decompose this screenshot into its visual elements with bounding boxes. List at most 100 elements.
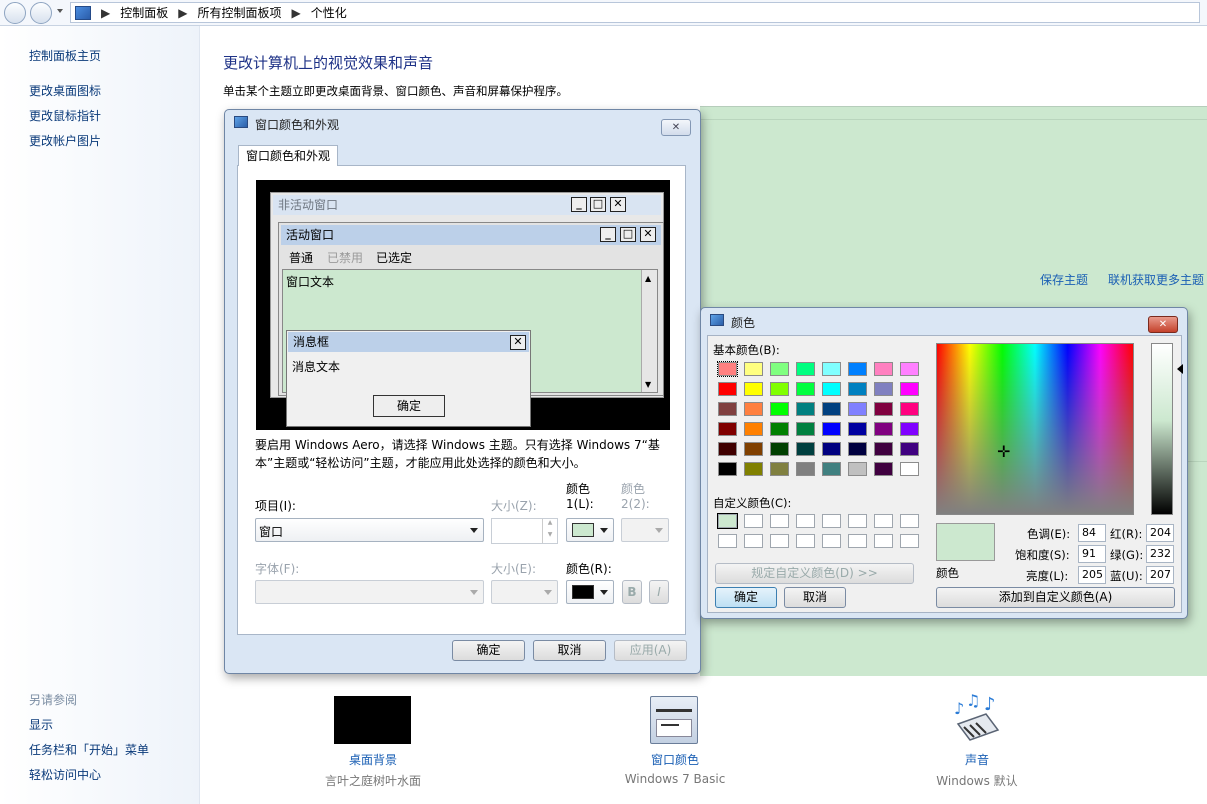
add-to-custom-colors-button[interactable]: 添加到自定义颜色(A) (936, 587, 1175, 608)
custom-color-swatch[interactable] (744, 514, 763, 528)
green-field[interactable]: 232 (1146, 545, 1174, 563)
sounds-link[interactable]: 声音 (925, 751, 1029, 768)
basic-color-swatch[interactable] (796, 382, 815, 396)
custom-color-swatch[interactable] (900, 514, 919, 528)
font-color-picker[interactable] (566, 580, 614, 604)
custom-color-swatch[interactable] (718, 534, 737, 548)
save-theme-link[interactable]: 保存主题 (1040, 271, 1088, 288)
basic-color-swatch[interactable] (874, 362, 893, 376)
basic-color-swatch[interactable] (770, 422, 789, 436)
basic-color-swatch[interactable] (848, 382, 867, 396)
basic-color-swatch[interactable] (796, 462, 815, 476)
breadcrumb-item[interactable]: 个性化 (311, 4, 347, 21)
custom-color-swatch[interactable] (848, 534, 867, 548)
blue-field[interactable]: 207 (1146, 566, 1174, 584)
basic-color-swatch[interactable] (770, 402, 789, 416)
change-mouse-pointer-link[interactable]: 更改鼠标指针 (29, 107, 101, 124)
basic-color-swatch[interactable] (796, 442, 815, 456)
custom-color-swatch[interactable] (796, 534, 815, 548)
basic-color-swatch[interactable] (848, 462, 867, 476)
basic-color-swatch[interactable] (744, 362, 763, 376)
tab-window-color[interactable]: 窗口颜色和外观 (238, 145, 338, 166)
basic-color-swatch[interactable] (900, 362, 919, 376)
basic-color-swatch[interactable] (822, 422, 841, 436)
luminance-arrow-icon[interactable] (1177, 364, 1183, 374)
custom-color-swatch[interactable] (822, 534, 841, 548)
basic-color-swatch[interactable] (718, 382, 737, 396)
window-color-link[interactable]: 窗口颜色 (620, 751, 730, 768)
basic-color-swatch[interactable] (900, 462, 919, 476)
basic-color-swatch[interactable] (796, 402, 815, 416)
ok-button[interactable]: 确定 (715, 587, 777, 608)
basic-color-swatch[interactable] (848, 362, 867, 376)
luminance-field[interactable]: 205 (1078, 566, 1106, 584)
basic-color-swatch[interactable] (900, 382, 919, 396)
ok-button[interactable]: 确定 (452, 640, 525, 661)
control-panel-home-link[interactable]: 控制面板主页 (29, 47, 101, 64)
basic-color-swatch[interactable] (744, 462, 763, 476)
close-button[interactable]: ✕ (1148, 316, 1178, 333)
cancel-button[interactable]: 取消 (533, 640, 606, 661)
get-more-themes-link[interactable]: 联机获取更多主题 (1108, 271, 1204, 288)
basic-color-swatch[interactable] (900, 442, 919, 456)
basic-color-swatch[interactable] (770, 462, 789, 476)
window-color-icon[interactable] (650, 696, 698, 744)
color-spectrum[interactable]: ✛ (936, 343, 1134, 515)
basic-color-swatch[interactable] (718, 422, 737, 436)
basic-color-swatch[interactable] (874, 462, 893, 476)
basic-color-swatch[interactable] (796, 422, 815, 436)
basic-color-swatch[interactable] (744, 382, 763, 396)
saturation-field[interactable]: 91 (1078, 545, 1106, 563)
ease-of-access-link[interactable]: 轻松访问中心 (29, 766, 101, 783)
basic-color-swatch[interactable] (744, 422, 763, 436)
custom-color-swatch[interactable] (744, 534, 763, 548)
basic-color-swatch[interactable] (718, 462, 737, 476)
color1-picker[interactable] (566, 518, 614, 542)
custom-color-swatch[interactable] (796, 514, 815, 528)
basic-color-swatch[interactable] (770, 382, 789, 396)
basic-color-swatch[interactable] (822, 442, 841, 456)
breadcrumb-item[interactable]: 所有控制面板项 (197, 4, 281, 21)
custom-color-swatch[interactable] (874, 534, 893, 548)
custom-color-swatch[interactable] (900, 534, 919, 548)
basic-color-swatch[interactable] (874, 422, 893, 436)
basic-color-swatch[interactable] (848, 442, 867, 456)
basic-color-swatch[interactable] (848, 402, 867, 416)
history-dropdown-icon[interactable] (57, 9, 63, 13)
taskbar-start-menu-link[interactable]: 任务栏和「开始」菜单 (29, 741, 149, 758)
basic-color-swatch[interactable] (822, 362, 841, 376)
basic-color-swatch[interactable] (848, 422, 867, 436)
basic-color-swatch[interactable] (874, 442, 893, 456)
change-account-picture-link[interactable]: 更改帐户图片 (29, 132, 101, 149)
basic-color-swatch[interactable] (822, 402, 841, 416)
basic-color-swatch[interactable] (822, 382, 841, 396)
breadcrumb[interactable]: ▶ 控制面板 ▶ 所有控制面板项 ▶ 个性化 (70, 2, 1200, 23)
custom-color-swatch[interactable] (770, 534, 789, 548)
desktop-background-link[interactable]: 桌面背景 (320, 751, 426, 768)
basic-color-swatch[interactable] (717, 361, 738, 377)
basic-color-swatch[interactable] (744, 442, 763, 456)
custom-color-swatch[interactable] (770, 514, 789, 528)
display-link[interactable]: 显示 (29, 716, 53, 733)
custom-color-swatch[interactable] (717, 513, 738, 529)
basic-color-swatch[interactable] (718, 402, 737, 416)
cancel-button[interactable]: 取消 (784, 587, 846, 608)
basic-color-swatch[interactable] (874, 382, 893, 396)
custom-color-swatch[interactable] (848, 514, 867, 528)
basic-color-swatch[interactable] (718, 442, 737, 456)
breadcrumb-item[interactable]: 控制面板 (120, 4, 168, 21)
hue-field[interactable]: 84 (1078, 524, 1106, 542)
red-field[interactable]: 204 (1146, 524, 1174, 542)
basic-color-swatch[interactable] (770, 442, 789, 456)
basic-color-swatch[interactable] (874, 402, 893, 416)
basic-color-swatch[interactable] (796, 362, 815, 376)
basic-color-swatch[interactable] (770, 362, 789, 376)
basic-color-swatch[interactable] (900, 422, 919, 436)
change-desktop-icons-link[interactable]: 更改桌面图标 (29, 82, 101, 99)
forward-button[interactable] (30, 2, 52, 24)
basic-color-swatch[interactable] (822, 462, 841, 476)
custom-color-swatch[interactable] (822, 514, 841, 528)
basic-color-swatch[interactable] (744, 402, 763, 416)
sounds-icon[interactable]: ♪ ♫ ♪ (952, 691, 1002, 744)
item-select[interactable]: 窗口 (255, 518, 484, 542)
